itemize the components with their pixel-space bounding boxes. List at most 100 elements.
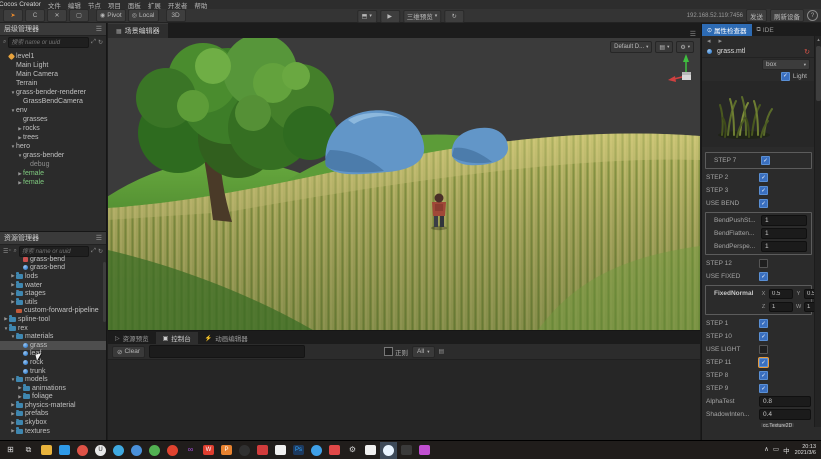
back-icon[interactable]: ◂ [707,37,711,45]
use-light-checkbox[interactable] [759,345,768,354]
rect-tool[interactable]: ▢ [69,9,89,22]
hierarchy-search-input[interactable] [8,37,89,48]
asset-item[interactable]: grass-bend [0,255,106,264]
dimension-toggle[interactable]: 3D [166,9,186,22]
scroll-up-icon[interactable]: ▴ [815,37,821,43]
step-12-checkbox[interactable] [759,259,768,268]
taskbar-blue-app[interactable] [128,442,145,459]
taskbar-stats-app[interactable] [272,442,289,459]
refresh-preview-button[interactable]: ↻ [444,10,464,23]
hierarchy-menu-icon[interactable]: ☰ [96,25,102,33]
tab-scene-editor[interactable]: ▦ 场景编辑器 [108,23,168,38]
hierarchy-node[interactable]: Terrain [0,79,106,88]
refresh-device-button[interactable]: 刷新设备 [770,9,804,22]
taskbar-start[interactable]: ⊞ [2,442,19,459]
taskbar-settings[interactable]: ⚙ [344,442,361,459]
asset-item[interactable]: ▼materials [0,332,106,341]
console-log-area[interactable] [108,360,700,428]
asset-item[interactable]: ▶foliage [0,393,106,402]
send-button[interactable]: 发送 [746,9,767,22]
step-10-checkbox[interactable]: ✓ [759,332,768,341]
light-checkbox[interactable]: ✓ [781,72,790,81]
taskbar-cocos-creator[interactable] [380,442,397,459]
bendperspe-input[interactable] [761,241,807,252]
taskbar-photos-app[interactable] [326,442,343,459]
taskbar-powerpoint[interactable]: P [218,442,235,459]
expand-all-icon[interactable]: ⤢ [91,39,96,46]
step-3-checkbox[interactable]: ✓ [759,186,768,195]
console-filter-input[interactable] [149,345,305,358]
gizmo-settings-button[interactable]: ⚙ ▾ [676,41,694,53]
asset-item[interactable]: ▶utils [0,298,106,307]
hierarchy-node[interactable]: ▶rocks [0,124,106,133]
taskbar-green-app[interactable] [146,442,163,459]
technique-dropdown[interactable]: box ▾ [762,59,810,70]
refresh-icon[interactable]: ↻ [98,248,103,255]
tray-icon[interactable]: ∧ [764,445,769,455]
tab-属性检查器[interactable]: ⊙属性检查器 [702,24,752,36]
assets-scrollbar[interactable] [103,262,106,322]
asset-item[interactable]: ▶lods [0,272,106,281]
alphatestinput[interactable] [759,396,811,407]
hierarchy-node[interactable]: ▼grass-bender-renderer [0,88,106,97]
taskbar-calculator[interactable] [362,442,379,459]
bendpushst-input[interactable] [761,215,807,226]
tab-动画编辑器[interactable]: ⚡动画编辑器 [198,332,255,344]
taskbar-task-view[interactable]: ⧉ [20,442,37,459]
asset-item[interactable]: ▼models [0,375,106,384]
taskbar-color-app[interactable] [416,442,433,459]
taskbar-dark-app[interactable] [398,442,415,459]
taskbar-compass-app[interactable] [110,442,127,459]
local-button[interactable]: ◎ Local [128,9,159,22]
reset-icon[interactable]: ↻ [804,48,810,56]
clear-button[interactable]: ⊘ Clear [112,346,145,358]
step-2-checkbox[interactable]: ✓ [759,173,768,182]
hierarchy-node[interactable]: ▼grass-bender [0,151,106,160]
rotate-tool[interactable]: C [25,9,45,22]
hierarchy-node[interactable]: ▶trees [0,133,106,142]
asset-item[interactable]: trunk [0,367,106,376]
scene-viewport[interactable]: Default D... ▾ ▤ ▾ ⚙ ▾ [108,38,700,330]
step-8-checkbox[interactable]: ✓ [759,371,768,380]
hierarchy-node[interactable]: ▼hero [0,142,106,151]
play-button[interactable]: ▶ [380,10,400,23]
tab-资源预览[interactable]: ▷资源预览 [108,332,156,344]
use-fixed-checkbox[interactable]: ✓ [759,272,768,281]
asset-item[interactable]: ▶skybox [0,418,106,427]
asset-item[interactable]: ▶textures [0,427,106,436]
fixednormal-x-input[interactable] [769,289,793,299]
fixednormal-z-input[interactable] [769,302,793,312]
collapse-logs-icon[interactable]: ▤ [439,348,445,355]
create-asset-icon[interactable]: ☰⁺ [3,248,12,255]
asset-item[interactable]: leaf [0,350,106,359]
tray-icon[interactable]: 中 [783,445,790,455]
inspector-scrollbar[interactable]: ▴ [814,36,821,427]
scrollbar-thumb[interactable] [816,46,821,101]
pivot-button[interactable]: ◉ Pivot [96,9,126,22]
taskbar-clock[interactable]: 20:13 2021/3/6 [795,444,816,457]
hierarchy-node[interactable]: grasses [0,115,106,124]
taskbar-browser-app[interactable] [308,442,325,459]
step-11-checkbox[interactable]: ✓ [759,358,768,367]
tray-icon[interactable]: ▭ [773,445,779,455]
hierarchy-node[interactable]: ▼env [0,106,106,115]
taskbar-chrome[interactable] [74,442,91,459]
step-7-checkbox[interactable]: ✓ [761,156,770,165]
regex-toggle[interactable]: 正则 [384,347,408,357]
assets-menu-icon[interactable]: ☰ [96,234,102,242]
tab-控制台[interactable]: ▣控制台 [156,332,198,344]
hierarchy-node[interactable]: GrassBendCamera [0,97,106,106]
taskbar-unreal[interactable]: U [92,442,109,459]
taskbar-dark-circle-app[interactable] [236,442,253,459]
asset-item[interactable]: ▶stages [0,289,106,298]
layout-dropdown[interactable]: Default D... ▾ [610,41,652,53]
shadowinten-input[interactable] [759,409,811,420]
taskbar-vscode[interactable] [56,442,73,459]
bendflatten-input[interactable] [761,228,807,239]
move-tool[interactable]: ➤ [3,9,23,22]
asset-item[interactable]: ▼rex [0,324,106,333]
taskbar-file-explorer[interactable] [38,442,55,459]
hierarchy-node[interactable]: Main Camera [0,70,106,79]
taskbar-wps[interactable]: W [200,442,217,459]
asset-item[interactable]: ▶water [0,281,106,290]
